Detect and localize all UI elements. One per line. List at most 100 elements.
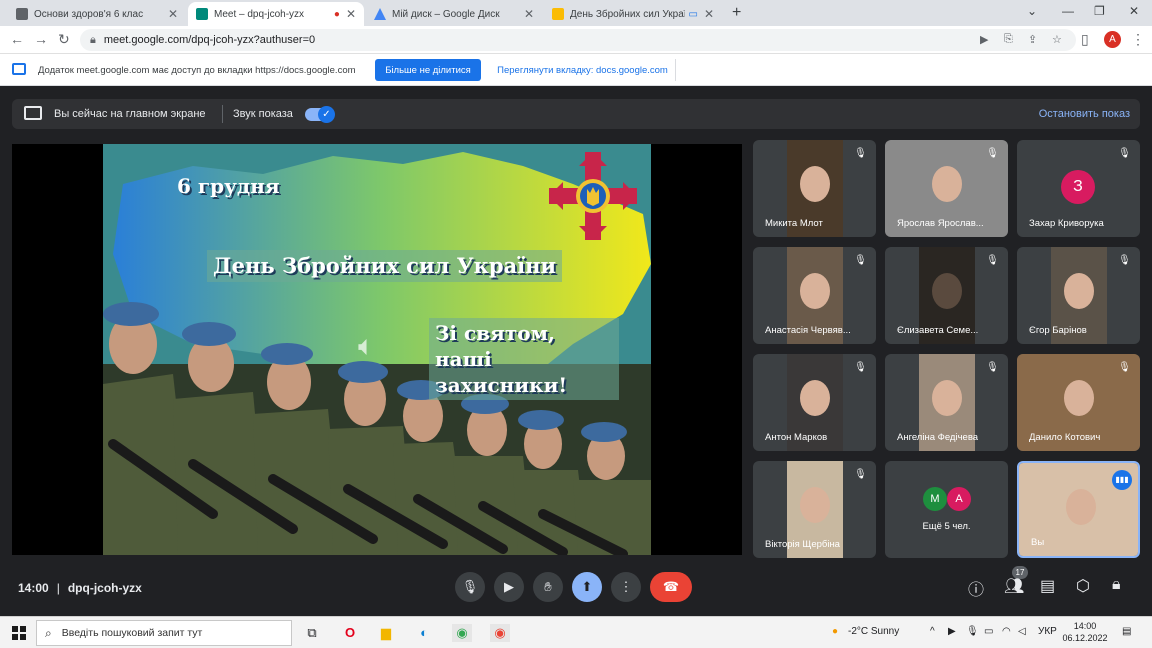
participant-tile[interactable]: 🎙︎ Єлизавета Семе... xyxy=(885,247,1008,344)
participant-tile[interactable]: 🎙︎ Єгор Барінов xyxy=(1017,247,1140,344)
opera-icon[interactable]: O xyxy=(340,624,360,642)
minimize-button[interactable]: — xyxy=(1062,4,1074,18)
people-icon[interactable]: 👥︎ xyxy=(1004,576,1024,596)
share-screen-icon xyxy=(12,63,26,75)
windows-taskbar: ⌕ Введіть пошуковий запит тут ⧉ O ▆ ◐ ◉ … xyxy=(0,616,1152,648)
present-button[interactable]: ⬆ xyxy=(572,572,602,602)
participant-tile[interactable]: 🎙︎ Антон Марков xyxy=(753,354,876,451)
camera-icon[interactable]: ▶ xyxy=(980,33,988,46)
microphone-tray-icon[interactable]: 🎙︎ xyxy=(966,626,979,637)
meeting-time: 14:00 xyxy=(18,581,49,595)
more-options-button[interactable]: ⋮ xyxy=(611,572,641,602)
switch-tab-button[interactable]: Переглянути вкладку: docs.google.com xyxy=(490,59,676,81)
info-icon[interactable]: ⓘ xyxy=(968,576,984,600)
back-icon[interactable]: ← xyxy=(10,31,24,47)
mic-off-icon: 🎙︎ xyxy=(986,362,999,373)
language-indicator[interactable]: УКР xyxy=(1038,626,1057,637)
meeting-controls: 14:00 | dpq-jcoh-yzx 🎙︎ ▶ ✋︎ ⬆ ⋮ ☎︎ ⓘ 17 👥… xyxy=(0,566,1152,616)
participant-avatar: М xyxy=(923,487,947,511)
meet-tray-icon[interactable]: ▶ xyxy=(948,626,956,637)
mic-off-icon: 🎙︎ xyxy=(854,362,867,373)
tray-expand-icon[interactable]: ^ xyxy=(930,626,935,637)
host-controls-icon[interactable]: 🔒︎ xyxy=(1112,576,1121,594)
face xyxy=(800,380,830,416)
slide-title: День Збройних сил України xyxy=(207,250,563,282)
maximize-button[interactable]: ❐ xyxy=(1094,4,1105,18)
chrome-icon[interactable]: ◉ xyxy=(490,624,510,642)
camera-button[interactable]: ▶ xyxy=(494,572,524,602)
mic-off-icon: 🎙︎ xyxy=(1118,148,1131,159)
omnibox[interactable]: 🔒︎ meet.google.com/dpq-jcoh-yzx?authuser… xyxy=(80,29,1076,51)
participant-name: Ярослав Ярослав... xyxy=(897,218,984,229)
close-tab-icon[interactable]: ✕ xyxy=(346,7,356,21)
face xyxy=(1065,489,1096,525)
menu-kebab-icon[interactable]: ⋮ xyxy=(1131,31,1145,48)
participant-tile[interactable]: З 🎙︎ Захар Криворука xyxy=(1017,140,1140,237)
edge-icon[interactable]: ◐ xyxy=(414,624,434,642)
participant-tile[interactable]: 🎙︎ Данило Котович xyxy=(1017,354,1140,451)
participant-tile[interactable]: 🎙︎ Вікторія Щербіна xyxy=(753,461,876,558)
sound-toggle[interactable]: ✓ xyxy=(305,106,335,123)
chat-icon[interactable]: ▤ xyxy=(1040,576,1055,596)
stop-presenting-button[interactable]: Остановить показ xyxy=(1039,108,1130,120)
tab-meet[interactable]: Meet – dpq-jcoh-yzx ● ✕ xyxy=(188,2,364,26)
notifications-icon[interactable]: ▤ xyxy=(1122,626,1131,637)
mic-button[interactable]: 🎙︎ xyxy=(455,572,485,602)
chrome-icon[interactable]: ◉ xyxy=(452,624,472,642)
presenting-status: Вы сейчас на главном экране xyxy=(54,108,206,120)
tab-slides[interactable]: День Збройних сил України ▭ ✕ xyxy=(544,2,722,26)
raise-hand-button[interactable]: ✋︎ xyxy=(533,572,563,602)
presenting-bar: Вы сейчас на главном экране Звук показа … xyxy=(12,99,1140,129)
address-bar-row: ← → ↻ 🔒︎ meet.google.com/dpq-jcoh-yzx?au… xyxy=(0,26,1152,54)
congrats-line-2: захисники! xyxy=(435,373,568,397)
task-view-icon[interactable]: ⧉ xyxy=(302,624,322,642)
file-explorer-icon[interactable]: ▆ xyxy=(376,624,396,642)
translate-icon[interactable]: ⎘ xyxy=(1004,33,1013,46)
separator: | xyxy=(56,581,60,595)
new-tab-button[interactable]: + xyxy=(732,4,741,22)
volume-icon[interactable]: ◁ xyxy=(1018,626,1026,637)
taskbar-search-placeholder: Введіть пошуковий запит тут xyxy=(61,627,203,639)
sidebar-icon[interactable]: ▯ xyxy=(1081,31,1089,48)
bookmark-star-icon[interactable]: ☆ xyxy=(1052,33,1062,46)
close-tab-icon[interactable]: ✕ xyxy=(524,7,534,21)
participant-name: Анастасія Червяв... xyxy=(765,325,851,336)
tab-label: Мій диск – Google Диск xyxy=(392,8,500,20)
windows-start-icon[interactable] xyxy=(12,626,26,640)
close-tab-icon[interactable]: ✕ xyxy=(168,7,178,21)
participant-name: Микита Млот xyxy=(765,218,823,229)
participant-tile[interactable]: 🎙︎ Ярослав Ярослав... xyxy=(885,140,1008,237)
participant-tile[interactable]: 🎙︎ Ангеліна Федічева xyxy=(885,354,1008,451)
browser-tab-bar: Основи здоров'я 6 клас ✕ Meet – dpq-jcoh… xyxy=(0,0,1152,26)
network-icon[interactable]: ▭ xyxy=(984,626,993,637)
tab-search-icon[interactable]: ⌄ xyxy=(1027,4,1037,18)
stop-sharing-button[interactable]: Більше не ділитися xyxy=(375,59,481,81)
share-icon[interactable]: ⇪ xyxy=(1028,33,1037,46)
participant-name: Ангеліна Федічева xyxy=(897,432,979,443)
wifi-icon[interactable]: ◠ xyxy=(1002,626,1011,637)
classroom-icon xyxy=(16,8,28,20)
participant-tile[interactable]: 🎙︎ Анастасія Червяв... xyxy=(753,247,876,344)
tab-drive[interactable]: Мій диск – Google Диск ✕ xyxy=(366,2,542,26)
tab-osnovy[interactable]: Основи здоров'я 6 клас ✕ xyxy=(8,2,186,26)
sharing-message: Додаток meet.google.com має доступ до вк… xyxy=(38,65,356,76)
participant-name: Вы xyxy=(1031,537,1045,548)
participant-tile[interactable]: 🎙︎ Микита Млот xyxy=(753,140,876,237)
activities-icon[interactable]: ⬡ xyxy=(1076,576,1090,596)
end-call-button[interactable]: ☎︎ xyxy=(650,572,692,602)
taskbar-search[interactable]: ⌕ Введіть пошуковий запит тут xyxy=(36,620,292,646)
more-participants-tile[interactable]: М А Ещё 5 чел. xyxy=(885,461,1008,558)
reload-icon[interactable]: ↻ xyxy=(58,31,70,48)
self-tile[interactable]: ▮▮▮ Вы xyxy=(1017,461,1140,558)
mic-off-icon: 🎙︎ xyxy=(986,148,999,159)
mic-off-icon: 🎙︎ xyxy=(854,255,867,266)
profile-avatar[interactable]: A xyxy=(1104,31,1121,48)
participant-name: Данило Котович xyxy=(1029,432,1101,443)
close-tab-icon[interactable]: ✕ xyxy=(704,7,714,21)
close-window-button[interactable]: ✕ xyxy=(1129,4,1139,18)
mic-off-icon: 🎙︎ xyxy=(854,148,867,159)
taskbar-clock[interactable]: 14:00 06.12.2022 xyxy=(1060,620,1110,644)
forward-icon[interactable]: → xyxy=(34,31,48,47)
weather-text[interactable]: -2°C Sunny xyxy=(848,626,899,637)
presentation-slide: 6 грудня День Збройних сил України Зі св… xyxy=(103,144,651,555)
